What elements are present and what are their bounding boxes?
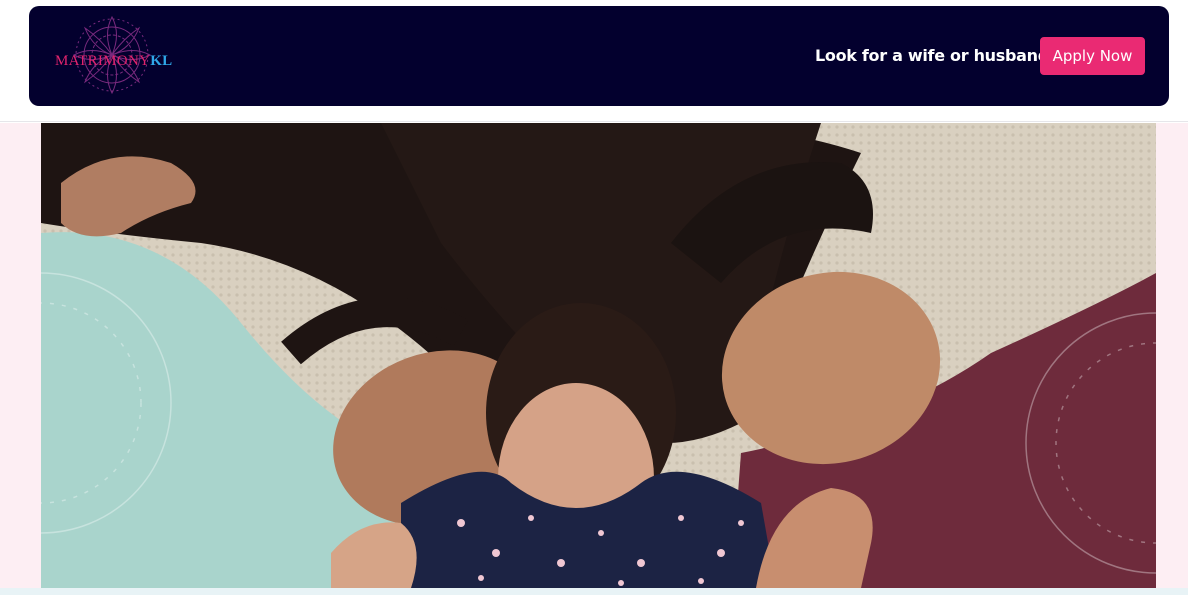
bottom-strip [0,588,1188,595]
logo-brand-accent: KL [150,53,173,69]
site-header: MATRIMONYKL Look for a wife or husband? … [0,0,1188,122]
family-photo [41,123,1156,588]
apply-now-button[interactable]: Apply Now [1040,37,1145,75]
logo-brand-main: MATRIMONY [55,53,151,69]
hero-family-photo [41,123,1156,588]
site-logo[interactable]: MATRIMONYKL [51,14,173,96]
logo-text: MATRIMONYKL [55,53,173,70]
navbar: MATRIMONYKL Look for a wife or husband? … [29,6,1169,106]
nav-question-text: Look for a wife or husband? [815,46,1058,65]
